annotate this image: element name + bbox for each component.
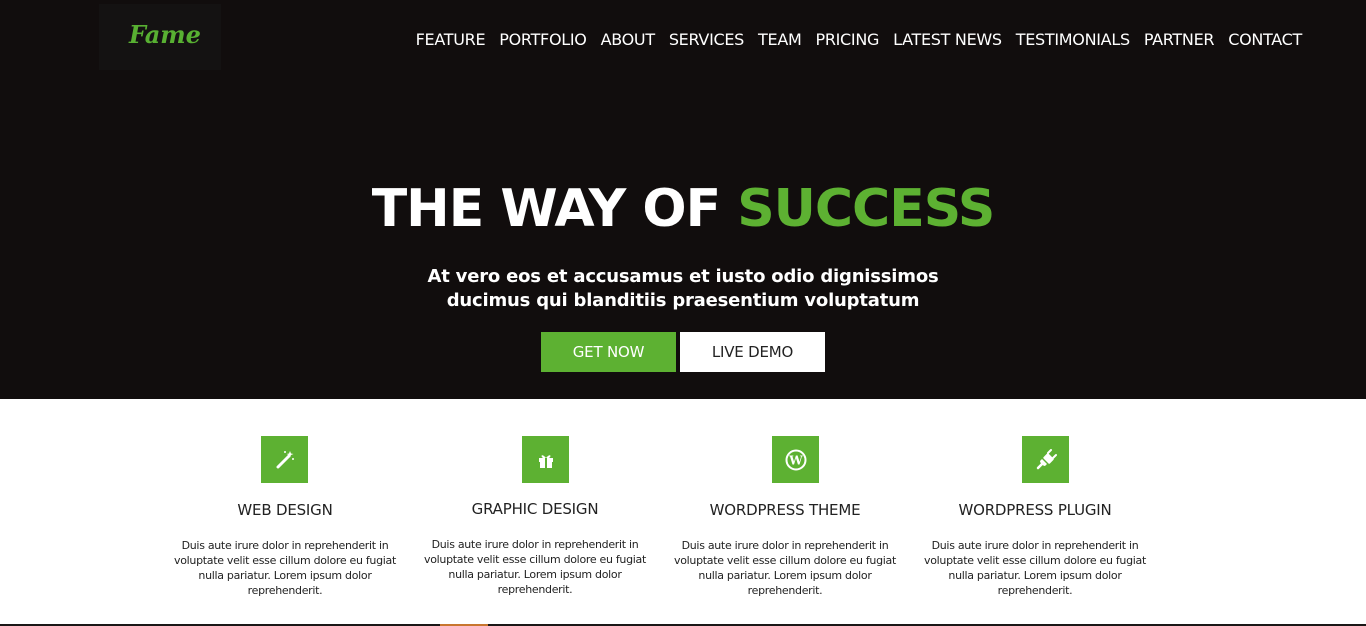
hero-subtitle: At vero eos et accusamus et iusto odio d… [383, 265, 983, 313]
get-now-button[interactable]: GET NOW [541, 332, 676, 372]
feature-description: Duis aute irure dolor in reprehenderit i… [424, 538, 646, 596]
subtitle-line-1: At vero eos et accusamus et iusto odio d… [427, 266, 939, 287]
feature-description: Duis aute irure dolor in reprehenderit i… [674, 539, 896, 597]
feature-description: Duis aute irure dolor in reprehenderit i… [924, 539, 1146, 597]
headline-accent: SUCCESS [737, 179, 995, 239]
nav-item-latest-news[interactable]: LATEST NEWS [893, 30, 1002, 49]
nav-item-pricing[interactable]: PRICING [815, 30, 879, 49]
nav-item-feature[interactable]: FEATURE [416, 30, 486, 49]
nav-item-portfolio[interactable]: PORTFOLIO [499, 30, 587, 49]
subtitle-line-2: ducimus qui blanditiis praesentium volup… [446, 290, 920, 311]
nav-item-services[interactable]: SERVICES [669, 30, 745, 49]
features-section: WEB DESIGN Duis aute irure dolor in repr… [0, 399, 1366, 626]
gift-icon [522, 436, 569, 483]
hero-headline: THE WAY OF SUCCESS [0, 178, 1366, 240]
logo[interactable]: Fame [99, 4, 221, 70]
nav-item-contact[interactable]: CONTACT [1228, 30, 1302, 49]
main-nav: FEATURE PORTFOLIO ABOUT SERVICES TEAM PR… [416, 28, 1303, 50]
feature-title: GRAPHIC DESIGN [471, 500, 599, 518]
wordpress-icon: W [772, 436, 819, 483]
magic-wand-icon [261, 436, 308, 483]
logo-text: Fame [129, 20, 201, 49]
feature-title: WORDPRESS PLUGIN [958, 501, 1112, 519]
headline-main: THE WAY OF [371, 179, 721, 239]
nav-item-partner[interactable]: PARTNER [1144, 30, 1215, 49]
plug-icon [1022, 436, 1069, 483]
live-demo-button[interactable]: LIVE DEMO [680, 332, 825, 372]
feature-title: WORDPRESS THEME [709, 501, 861, 519]
hero-section: Fame FEATURE PORTFOLIO ABOUT SERVICES TE… [0, 0, 1366, 399]
nav-item-testimonials[interactable]: TESTIMONIALS [1016, 30, 1130, 49]
nav-item-about[interactable]: ABOUT [601, 30, 656, 49]
nav-item-team[interactable]: TEAM [758, 30, 802, 49]
svg-text:W: W [788, 453, 803, 467]
feature-description: Duis aute irure dolor in reprehenderit i… [174, 539, 396, 597]
feature-title: WEB DESIGN [237, 501, 333, 519]
